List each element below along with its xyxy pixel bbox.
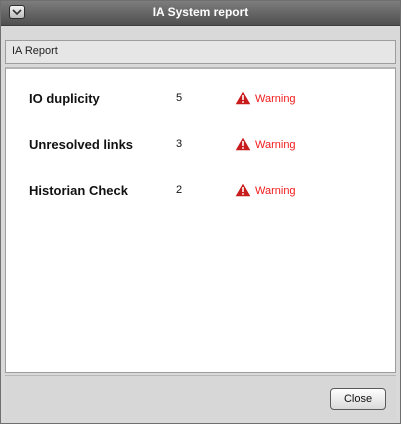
warning-icon <box>235 137 251 151</box>
check-name: IO duplicity <box>29 91 100 106</box>
status-text: Warning <box>255 185 296 197</box>
dialog-footer: Close <box>5 375 396 420</box>
close-button[interactable]: Close <box>330 388 386 410</box>
warning-icon <box>235 91 251 105</box>
status-text: Warning <box>255 139 296 151</box>
check-count: 5 <box>176 92 183 104</box>
report-list: IO duplicity 5 Warning Unresolved links … <box>5 67 396 373</box>
list-item: Historian Check 2 Warning <box>6 180 395 202</box>
check-name: Unresolved links <box>29 137 134 152</box>
list-item: Unresolved links 3 Warning <box>6 134 395 156</box>
status-text: Warning <box>255 93 296 105</box>
check-count: 3 <box>176 138 183 150</box>
list-item: IO duplicity 5 Warning <box>6 88 395 110</box>
check-name: Historian Check <box>29 183 128 198</box>
check-count: 2 <box>176 184 183 196</box>
section-label: IA Report <box>12 45 58 57</box>
warning-icon <box>235 183 251 197</box>
section-header: IA Report <box>5 40 396 64</box>
title-bar: IA System report <box>1 1 400 26</box>
window-title: IA System report <box>152 5 249 19</box>
report-window: IA System report IA Report IO duplicity … <box>0 0 401 424</box>
